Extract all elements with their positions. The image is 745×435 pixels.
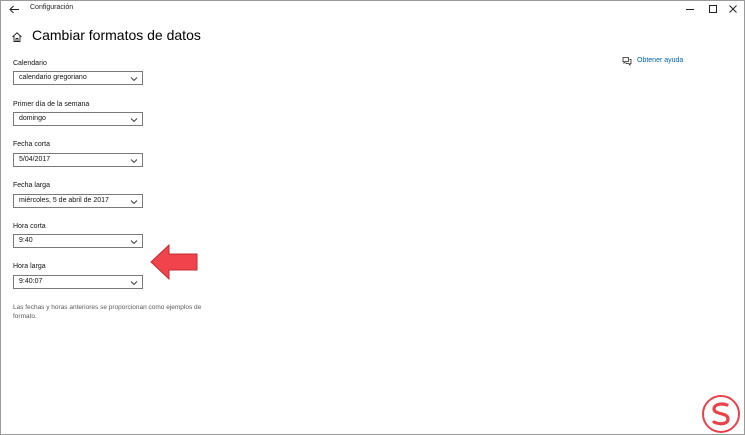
long-time-value: 9:40:07 [19,278,43,285]
first-day-value: domingo [19,115,46,122]
close-button[interactable] [727,3,739,15]
title-bar: Configuración [1,1,744,18]
short-time-value: 9:40 [19,237,33,244]
short-date-dropdown[interactable]: 5/04/2017 [13,153,143,167]
chevron-down-icon [130,159,138,164]
app-title: Configuración [30,4,74,11]
back-arrow-icon[interactable] [7,3,21,16]
calendar-value: calendario gregoriano [19,74,87,81]
chevron-down-icon [130,77,138,82]
chevron-down-icon [130,200,138,205]
chevron-down-icon [130,118,138,123]
format-footnote: Las fechas y horas anteriores se proporc… [13,304,202,320]
long-time-label: Hora larga [13,263,46,270]
short-date-label: Fecha corta [13,141,50,148]
chevron-down-icon [130,240,138,245]
short-time-dropdown[interactable]: 9:40 [13,234,143,248]
home-icon[interactable] [11,30,23,42]
annotation-arrow-icon [150,243,198,281]
get-help-label: Obtener ayuda [637,57,684,64]
first-day-label: Primer día de la semana [13,101,90,108]
first-day-dropdown[interactable]: domingo [13,112,143,126]
page-title: Cambiar formatos de datos [32,27,201,43]
maximize-button[interactable] [707,3,719,15]
short-date-value: 5/04/2017 [19,156,51,163]
settings-window: Configuración Cambiar formatos de datos … [0,0,745,435]
long-date-value: miércoles, 5 de abril de 2017 [19,197,109,204]
logo-watermark-icon [702,395,740,433]
chevron-down-icon [130,281,138,286]
calendar-dropdown[interactable]: calendario gregoriano [13,71,143,85]
short-time-label: Hora corta [13,223,46,230]
minimize-button[interactable] [684,3,696,15]
long-date-label: Fecha larga [13,182,50,189]
long-date-dropdown[interactable]: miércoles, 5 de abril de 2017 [13,194,143,208]
long-time-dropdown[interactable]: 9:40:07 [13,275,143,289]
calendar-label: Calendario [13,60,47,67]
chat-help-icon [622,57,632,66]
